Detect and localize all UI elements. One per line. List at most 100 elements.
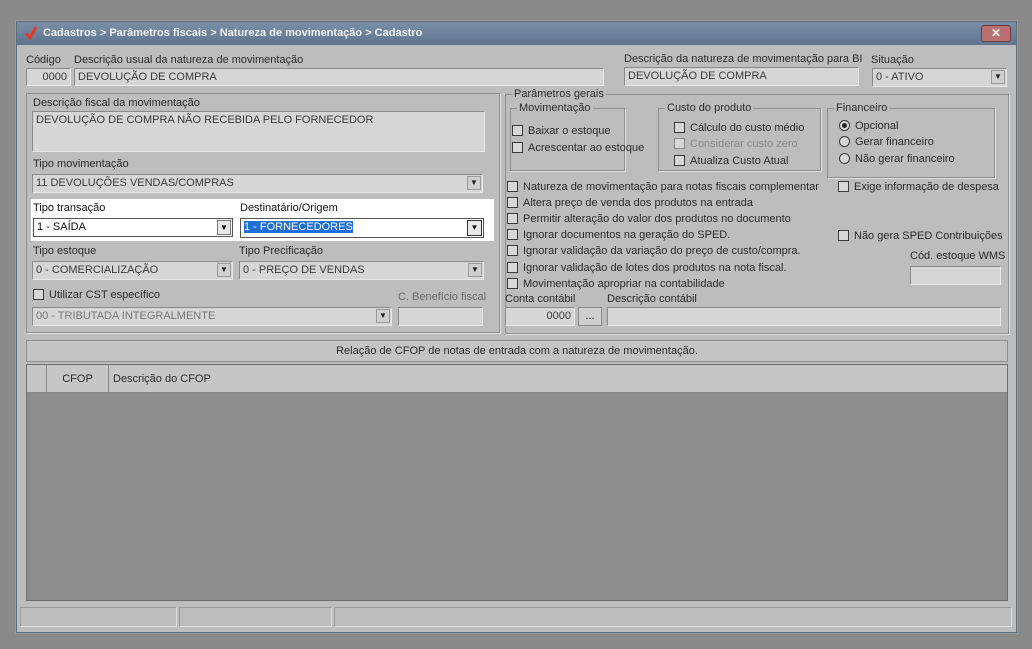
complementar-checkbox[interactable]: Natureza de movimentação para notas fisc… <box>507 181 819 194</box>
descricao-bi-field[interactable]: DEVOLUÇÃO DE COMPRA <box>624 67 859 86</box>
status-panel-3 <box>334 607 1012 627</box>
checkbox-box[interactable] <box>507 262 518 273</box>
chevron-down-icon[interactable]: ▼ <box>467 220 482 236</box>
nao-gera-sped-checkbox[interactable]: Não gera SPED Contribuições <box>838 230 1003 243</box>
tipo-estoque-select[interactable]: 0 - COMERCIALIZAÇÃO ▼ <box>32 261 233 280</box>
tipo-movimentacao-select[interactable]: 11 DEVOLUÇÕES VENDAS/COMPRAS ▼ <box>32 174 483 193</box>
apropriar-contabilidade-checkbox[interactable]: Movimentação apropriar na contabilidade <box>507 278 725 291</box>
radio-selected[interactable] <box>839 120 850 131</box>
descricao-fiscal-field[interactable]: DEVOLUÇÃO DE COMPRA NÃO RECEBIDA PELO FO… <box>32 111 485 152</box>
tipo-transacao-label: Tipo transação <box>33 202 106 214</box>
descricao-contabil-field[interactable] <box>607 307 1001 326</box>
nao-gerar-financeiro-radio[interactable]: Não gerar financeiro <box>839 153 955 166</box>
altera-preco-label: Altera preço de venda dos produtos na en… <box>523 197 753 209</box>
conta-contabil-lookup-button[interactable]: ... <box>578 307 602 326</box>
ignorar-lotes-checkbox[interactable]: Ignorar validação de lotes dos produtos … <box>507 262 787 275</box>
cfop-grid-header: CFOP Descrição do CFOP <box>27 365 1007 393</box>
col-cfop-header[interactable]: CFOP <box>47 365 109 393</box>
radio[interactable] <box>839 153 850 164</box>
conta-contabil-field[interactable]: 0000 <box>505 307 575 326</box>
acrescentar-estoque-label: Acrescentar ao estoque <box>528 142 645 154</box>
descricao-contabil-label: Descrição contábil <box>607 293 697 305</box>
tipo-estoque-label: Tipo estoque <box>33 245 97 257</box>
altera-preco-checkbox[interactable]: Altera preço de venda dos produtos na en… <box>507 197 753 210</box>
close-button[interactable]: ✕ <box>981 25 1011 42</box>
chevron-down-icon[interactable]: ▼ <box>217 220 231 235</box>
considerar-custo-zero-label: Considerar custo zero <box>690 138 798 150</box>
atualiza-custo-checkbox[interactable]: Atualiza Custo Atual <box>674 155 788 168</box>
utilizar-cst-checkbox[interactable]: Utilizar CST específico <box>33 289 160 302</box>
tipo-precificacao-select[interactable]: 0 - PREÇO DE VENDAS ▼ <box>239 261 484 280</box>
descricao-usual-field[interactable]: DEVOLUÇÃO DE COMPRA <box>74 68 604 86</box>
chevron-down-icon[interactable]: ▼ <box>991 70 1005 84</box>
checkbox-box[interactable] <box>674 155 685 166</box>
checkbox-box[interactable] <box>507 181 518 192</box>
calculo-custo-checkbox[interactable]: Cálculo do custo médio <box>674 122 804 135</box>
tipo-precificacao-label: Tipo Precificação <box>239 245 323 257</box>
cst-select[interactable]: 00 - TRIBUTADA INTEGRALMENTE ▼ <box>32 307 392 326</box>
beneficio-label: C. Benefício fiscal <box>398 291 487 303</box>
cod-estoque-wms-field[interactable] <box>910 266 1001 285</box>
window-title: Cadastros > Parâmetros fiscais > Naturez… <box>43 27 423 39</box>
ignorar-sped-checkbox[interactable]: Ignorar documentos na geração do SPED. <box>507 229 730 242</box>
tipo-transacao-select[interactable]: 1 - SAÍDA ▼ <box>33 218 233 237</box>
gerar-financeiro-radio[interactable]: Gerar financeiro <box>839 136 934 149</box>
opcional-radio[interactable]: Opcional <box>839 120 898 133</box>
exige-despesa-checkbox[interactable]: Exige informação de despesa <box>838 181 999 194</box>
movimentacao-title: Movimentação <box>517 102 593 114</box>
checkbox-box[interactable] <box>674 138 685 149</box>
checkbox-box[interactable] <box>838 230 849 241</box>
baixar-estoque-label: Baixar o estoque <box>528 125 611 137</box>
checkbox-box[interactable] <box>512 142 523 153</box>
calculo-custo-label: Cálculo do custo médio <box>690 122 805 134</box>
custo-produto-title: Custo do produto <box>665 102 754 114</box>
chevron-down-icon[interactable]: ▼ <box>468 263 482 277</box>
chevron-down-icon[interactable]: ▼ <box>217 263 231 277</box>
codigo-field[interactable]: 0000 <box>26 68 71 86</box>
checkbox-box[interactable] <box>507 229 518 240</box>
baixar-estoque-checkbox[interactable]: Baixar o estoque <box>512 125 611 138</box>
acrescentar-estoque-checkbox[interactable]: Acrescentar ao estoque <box>512 142 644 155</box>
complementar-label: Natureza de movimentação para notas fisc… <box>523 181 819 193</box>
exige-despesa-label: Exige informação de despesa <box>854 181 999 193</box>
col-descricao-header[interactable]: Descrição do CFOP <box>109 365 1007 393</box>
conta-contabil-label: Conta contábil <box>505 293 576 305</box>
destinatario-select[interactable]: 1 - FORNECEDORES ▼ <box>240 218 484 238</box>
checkbox-box[interactable] <box>838 181 849 192</box>
considerar-custo-zero-checkbox[interactable]: Considerar custo zero <box>674 138 798 151</box>
cod-estoque-wms-label: Cód. estoque WMS <box>910 250 1006 262</box>
checkbox-box[interactable] <box>33 289 44 300</box>
chevron-down-icon[interactable]: ▼ <box>376 309 390 323</box>
beneficio-field[interactable] <box>398 307 483 326</box>
checkbox-box[interactable] <box>507 213 518 224</box>
row-indicator-header <box>27 365 47 393</box>
situacao-value: 0 - ATIVO <box>876 71 924 83</box>
situacao-select[interactable]: 0 - ATIVO ▼ <box>872 68 1007 87</box>
descricao-bi-label: Descrição da natureza de movimentação pa… <box>624 53 863 65</box>
cadastro-window: Cadastros > Parâmetros fiscais > Naturez… <box>16 21 1017 633</box>
tipo-mov-value: 11 DEVOLUÇÕES VENDAS/COMPRAS <box>36 177 234 189</box>
checkbox-box[interactable] <box>674 122 685 133</box>
destinatario-label: Destinatário/Origem <box>240 202 338 214</box>
status-panel-1 <box>20 607 177 627</box>
permitir-alteracao-checkbox[interactable]: Permitir alteração do valor dos produtos… <box>507 213 791 226</box>
cfop-grid[interactable]: CFOP Descrição do CFOP <box>26 364 1008 601</box>
checkmark-app-icon <box>24 26 38 41</box>
checkbox-box[interactable] <box>507 245 518 256</box>
tipo-estoque-value: 0 - COMERCIALIZAÇÃO <box>36 264 159 276</box>
checkbox-box[interactable] <box>507 278 518 289</box>
checkbox-box[interactable] <box>507 197 518 208</box>
radio[interactable] <box>839 136 850 147</box>
descricao-usual-label: Descrição usual da natureza de movimenta… <box>74 54 304 66</box>
parametros-gerais-title: Parâmetros gerais <box>512 88 606 100</box>
nao-gerar-financeiro-label: Não gerar financeiro <box>855 153 955 165</box>
cfop-relation-bar[interactable]: Relação de CFOP de notas de entrada com … <box>26 340 1008 362</box>
situacao-label: Situação <box>871 54 914 66</box>
status-panel-2 <box>179 607 332 627</box>
title-bar: Cadastros > Parâmetros fiscais > Naturez… <box>17 22 1016 45</box>
codigo-label: Código <box>26 54 61 66</box>
checkbox-box[interactable] <box>512 125 523 136</box>
utilizar-cst-label: Utilizar CST específico <box>49 289 161 301</box>
chevron-down-icon[interactable]: ▼ <box>467 176 481 190</box>
ignorar-variacao-checkbox[interactable]: Ignorar validação da variação do preço d… <box>507 245 801 258</box>
